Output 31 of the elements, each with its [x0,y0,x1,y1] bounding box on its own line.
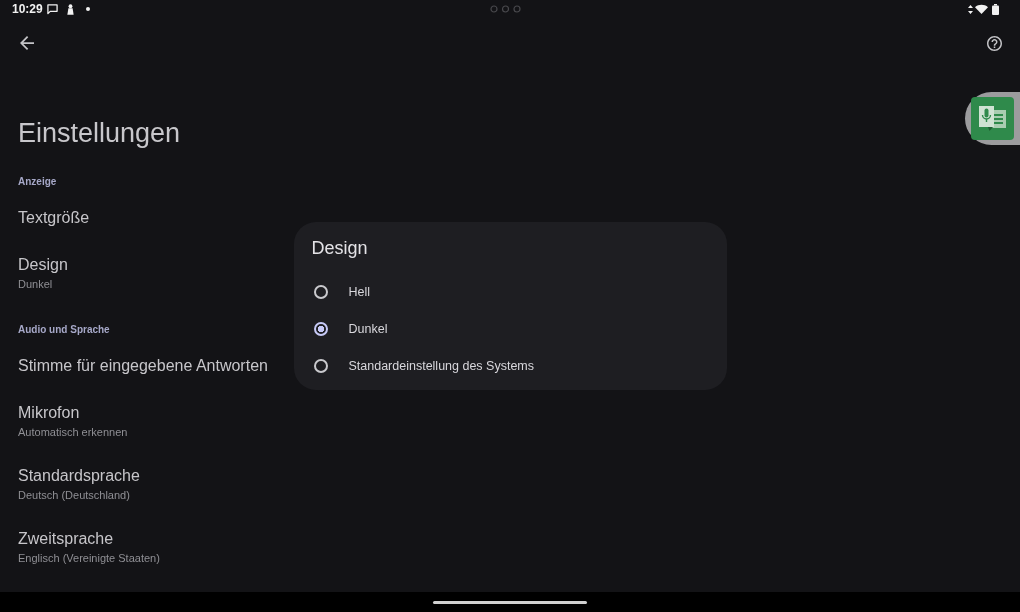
back-arrow-icon [20,36,34,50]
radio-option[interactable]: Standardeinstellung des Systems [311,347,709,384]
section-header: Anzeige [18,175,57,189]
data-arrows-icon [968,4,973,14]
radio-option[interactable]: Dunkel [311,310,709,347]
settings-item[interactable]: Mikrofon Automatisch erkennen [18,402,128,440]
gesture-handle[interactable] [433,600,587,604]
settings-item[interactable]: Standardsprache Deutsch (Deutschland) [18,465,140,503]
radio-option[interactable]: Hell [311,273,709,310]
back-button[interactable] [20,36,34,50]
page-title: Einstellungen [18,117,181,150]
status-time: 10:29 [12,2,43,16]
battery-icon [992,3,999,15]
help-icon [987,35,1002,51]
settings-item[interactable]: Design Dunkel [18,254,68,292]
wifi-icon [975,4,988,14]
dialog-title: Design [311,237,369,260]
section-header: Audio und Sprache [18,323,110,337]
floating-bubble-button[interactable] [965,92,1020,145]
radio-button[interactable] [313,284,328,299]
radio-button[interactable] [313,321,328,336]
settings-item[interactable]: Textgröße [18,207,90,229]
settings-item[interactable]: Zweitsprache Englisch (Vereinigte Staaten) [18,528,160,566]
dot-icon [85,7,90,11]
microphone-document-icon [971,97,1014,140]
settings-item[interactable]: Stimme für eingegebene Antworten [18,355,268,377]
person-icon [66,3,74,15]
chat-icon [46,3,58,15]
help-button[interactable] [987,35,1002,51]
three-circles-icon [490,5,521,13]
radio-button[interactable] [313,358,328,373]
